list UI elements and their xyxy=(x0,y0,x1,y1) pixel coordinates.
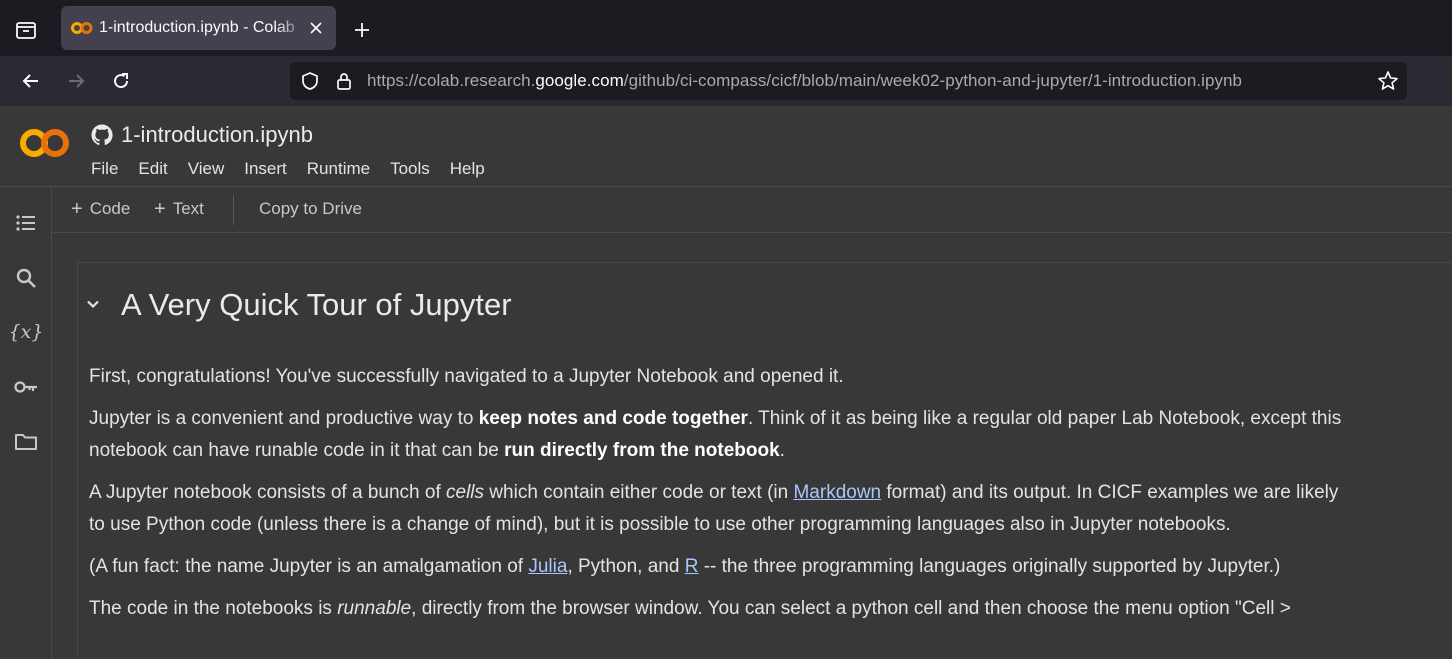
add-code-label: Code xyxy=(89,199,131,218)
menu-insert[interactable]: Insert xyxy=(244,159,287,179)
paragraph-5: The code in the notebooks is runnable, d… xyxy=(89,593,1359,625)
browser-tab-bar: 1-introduction.ipynb - Colab xyxy=(0,0,1452,56)
left-rail: {x} xyxy=(0,187,52,659)
notebook-toolbar: + Code + Text Copy to Drive xyxy=(53,187,1452,233)
tab-title: 1-introduction.ipynb - Colab xyxy=(99,19,295,36)
copy-to-drive-button[interactable]: Copy to Drive xyxy=(259,199,362,219)
menu-view[interactable]: View xyxy=(188,159,225,179)
text-run: The code in the notebooks is xyxy=(89,598,338,619)
search-icon[interactable] xyxy=(12,264,40,292)
paragraph-4: (A fun fact: the name Jupyter is an amal… xyxy=(89,551,1359,583)
add-code-cell-button[interactable]: + Code xyxy=(71,199,130,219)
text-run: A Jupyter notebook consists of a bunch o… xyxy=(89,482,447,503)
notebook-title-row: 1-introduction.ipynb xyxy=(90,122,313,148)
menu-runtime[interactable]: Runtime xyxy=(307,159,370,179)
colab-header: 1-introduction.ipynb File Edit View Inse… xyxy=(0,106,1452,187)
plus-icon: + xyxy=(154,198,166,220)
toolbar-divider xyxy=(233,195,234,225)
table-of-contents-icon[interactable] xyxy=(12,209,40,237)
r-link[interactable]: R xyxy=(685,556,699,577)
lock-icon[interactable] xyxy=(334,71,354,96)
text-run: -- the three programming languages origi… xyxy=(698,556,1281,577)
text-run: , directly from the browser window. You … xyxy=(411,598,1291,619)
plus-icon: + xyxy=(71,198,83,220)
notebook-area: A Very Quick Tour of Jupyter First, cong… xyxy=(53,233,1452,659)
menu-edit[interactable]: Edit xyxy=(138,159,167,179)
markdown-link[interactable]: Markdown xyxy=(793,482,881,503)
browser-nav-bar: https://colab.research.google.com/github… xyxy=(0,56,1452,106)
add-text-cell-button[interactable]: + Text xyxy=(154,199,204,219)
url-bar[interactable]: https://colab.research.google.com/github… xyxy=(290,62,1407,100)
bold-text: keep notes and code together xyxy=(478,408,748,429)
julia-link[interactable]: Julia xyxy=(528,556,567,577)
cell-heading: A Very Quick Tour of Jupyter xyxy=(121,287,512,322)
italic-text: cells xyxy=(446,482,485,503)
folder-icon[interactable] xyxy=(12,428,40,456)
menu-bar: File Edit View Insert Runtime Tools Help xyxy=(91,159,505,179)
variables-icon[interactable]: {x} xyxy=(9,318,44,346)
url-host: google.com xyxy=(535,71,624,90)
key-icon[interactable] xyxy=(12,373,40,401)
close-tab-icon[interactable] xyxy=(306,18,326,38)
cell-content: First, congratulations! You've successfu… xyxy=(89,361,1359,635)
colab-favicon-icon xyxy=(71,22,93,34)
menu-help[interactable]: Help xyxy=(450,159,485,179)
tab-overview-icon[interactable] xyxy=(8,14,44,46)
shield-icon[interactable] xyxy=(300,71,320,96)
colab-logo-icon[interactable] xyxy=(18,126,72,160)
forward-arrow-icon[interactable] xyxy=(62,67,90,95)
reload-icon[interactable] xyxy=(107,67,135,95)
text-run: (A fun fact: the name Jupyter is an amal… xyxy=(89,556,529,577)
text-run: , Python, and xyxy=(567,556,685,577)
text-cell[interactable]: A Very Quick Tour of Jupyter First, cong… xyxy=(77,262,1452,659)
add-text-label: Text xyxy=(172,199,204,218)
variables-glyph: {x} xyxy=(8,321,44,343)
copy-to-drive-label: Copy to Drive xyxy=(259,199,362,218)
paragraph-3: A Jupyter notebook consists of a bunch o… xyxy=(89,477,1359,541)
menu-file[interactable]: File xyxy=(91,159,118,179)
paragraph-2: Jupyter is a convenient and productive w… xyxy=(89,403,1359,467)
browser-tab-active[interactable]: 1-introduction.ipynb - Colab xyxy=(61,6,336,50)
new-tab-icon[interactable] xyxy=(348,16,376,44)
back-arrow-icon[interactable] xyxy=(17,67,45,95)
bold-text: run directly from the notebook xyxy=(504,440,780,461)
paragraph-1: First, congratulations! You've successfu… xyxy=(89,366,844,387)
url-path: /github/ci-compass/cicf/blob/main/week02… xyxy=(623,71,1243,90)
notebook-title[interactable]: 1-introduction.ipynb xyxy=(121,122,313,148)
bookmark-star-icon[interactable] xyxy=(1377,70,1399,97)
menu-tools[interactable]: Tools xyxy=(390,159,430,179)
text-run: Jupyter is a convenient and productive w… xyxy=(89,408,479,429)
text-run: which contain either code or text (in xyxy=(484,482,794,503)
url-text[interactable]: https://colab.research.google.com/github… xyxy=(367,71,1242,91)
github-icon[interactable] xyxy=(90,123,114,147)
italic-text: runnable xyxy=(337,598,412,619)
text-run: . xyxy=(779,440,785,461)
url-prefix: https://colab.research. xyxy=(367,71,536,90)
chevron-down-icon[interactable] xyxy=(82,293,104,315)
